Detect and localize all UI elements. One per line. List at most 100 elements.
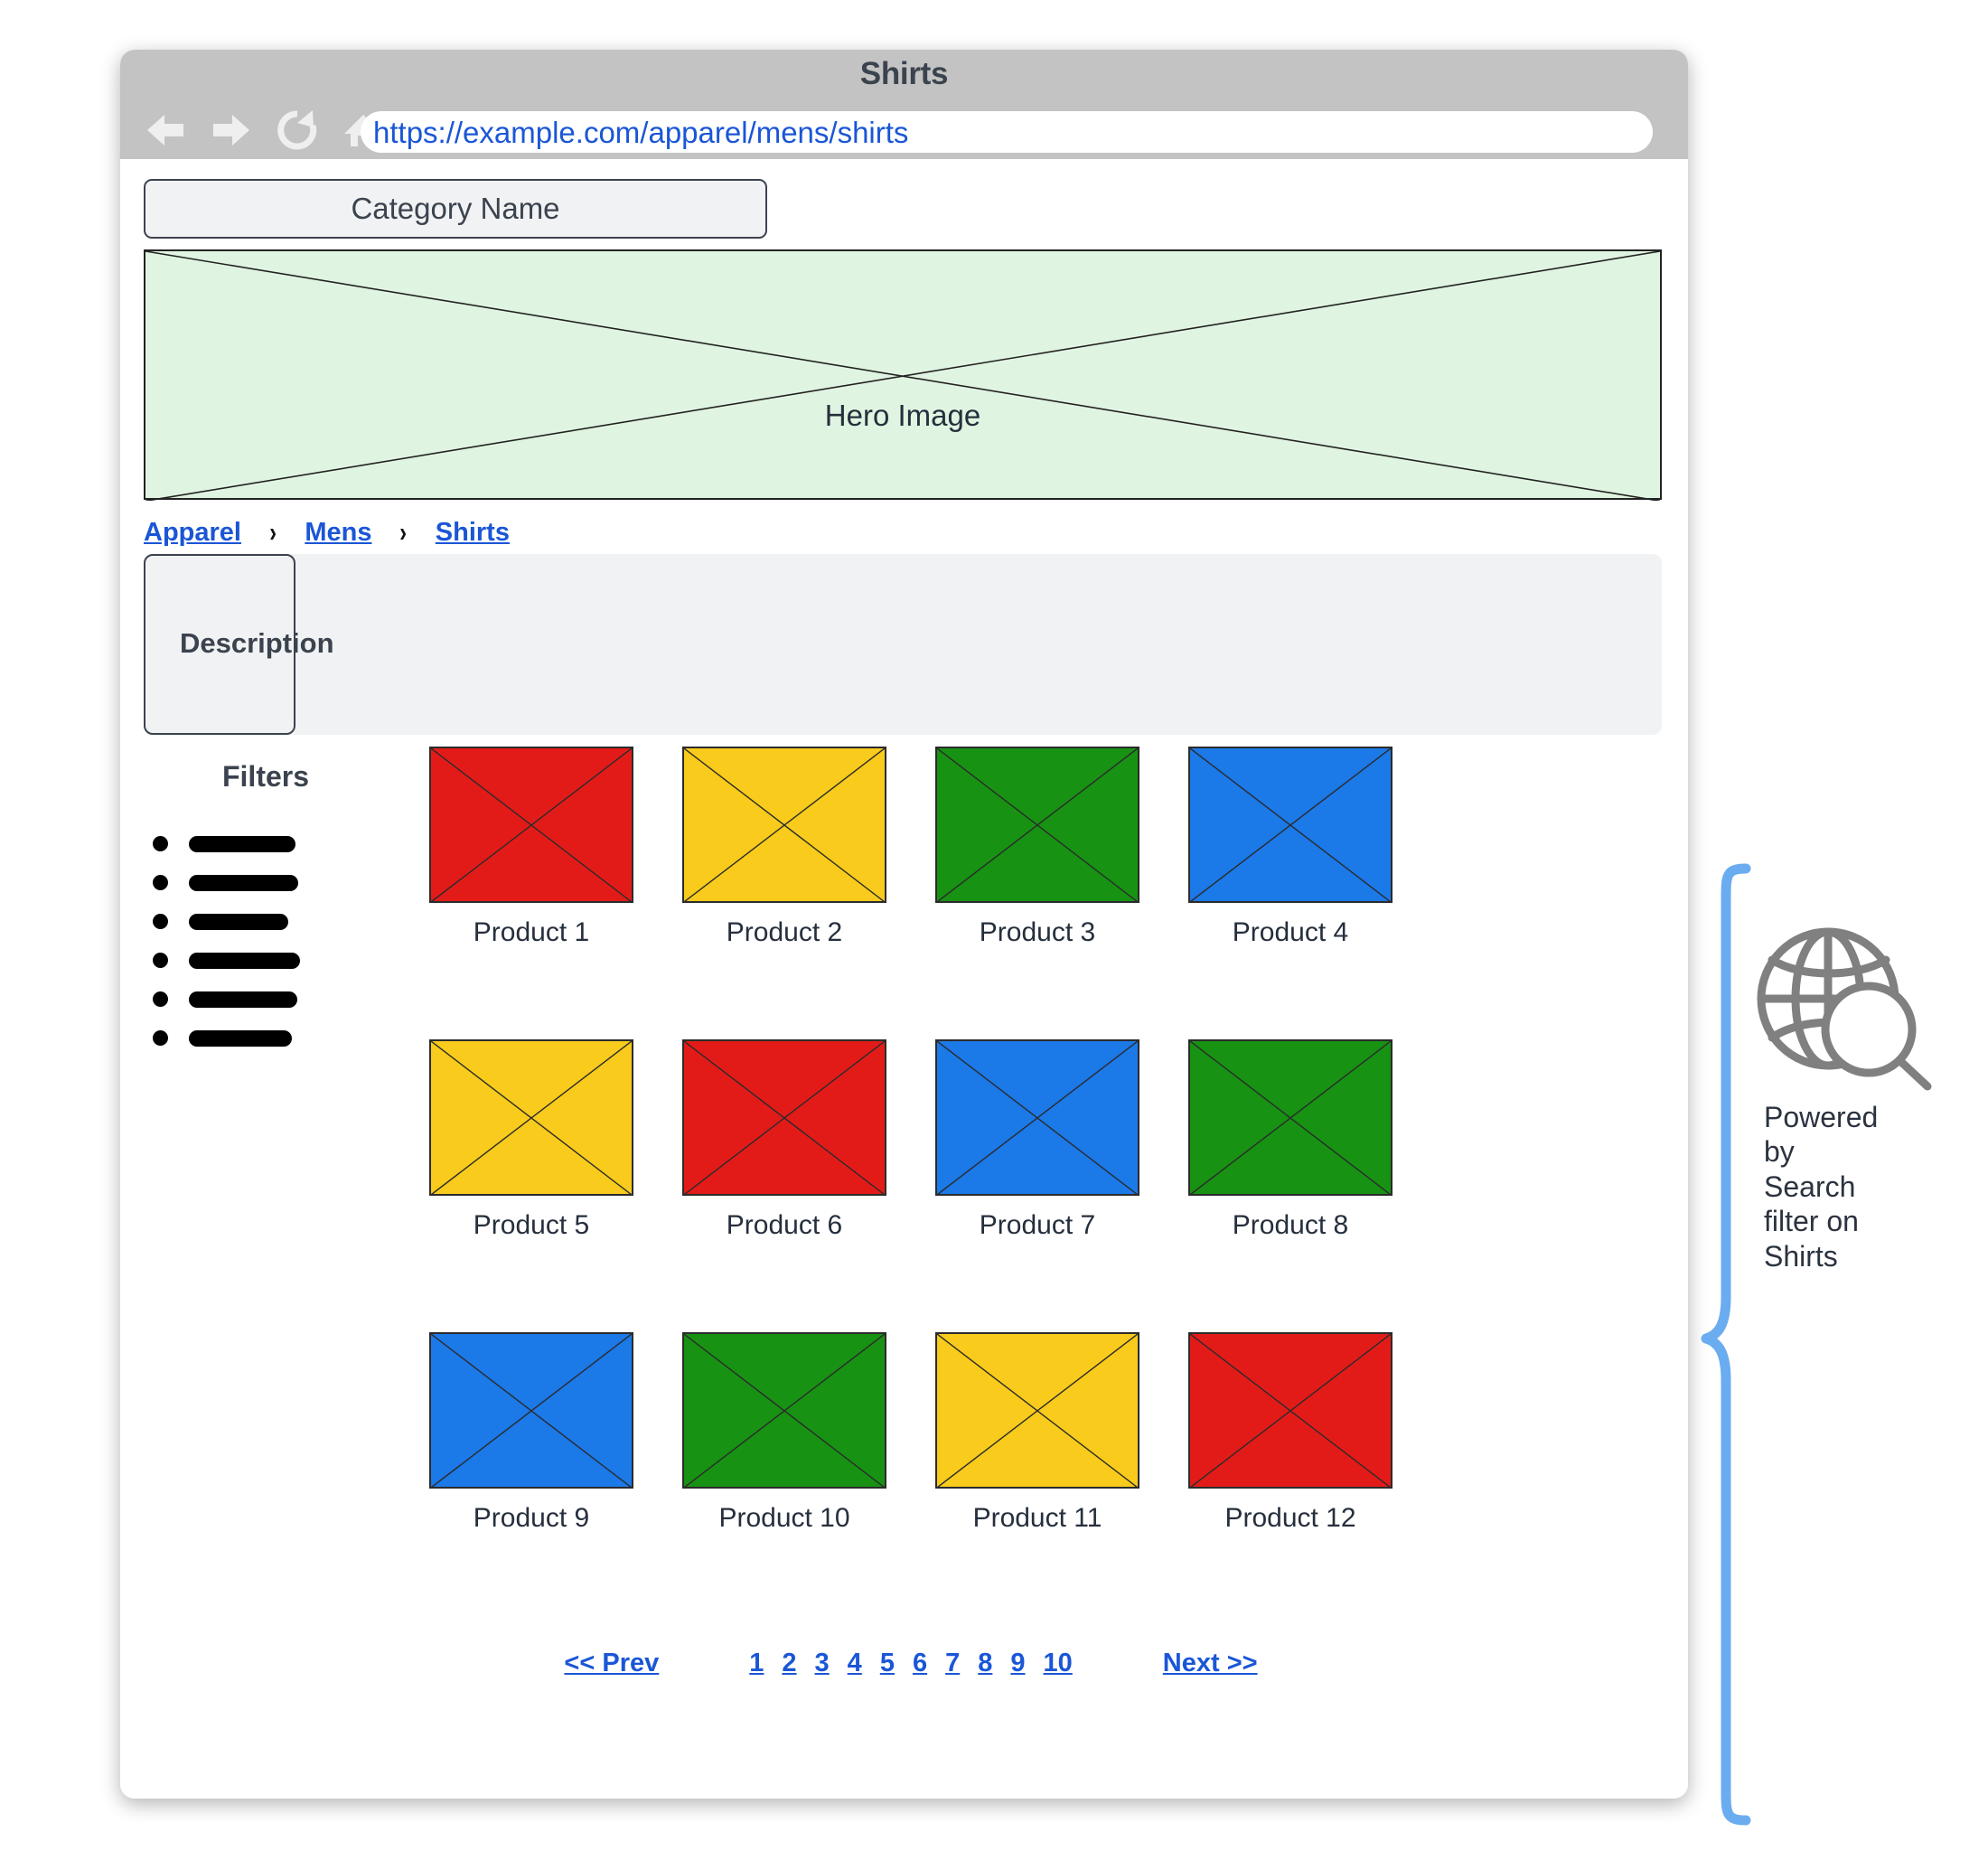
breadcrumb-item-mens[interactable]: Mens [305,518,371,548]
chevron-right-icon: › [399,516,408,548]
product-cross-lines [431,1041,632,1195]
category-name-button[interactable]: Category Name [144,179,767,239]
url-bar[interactable]: https://example.com/apparel/mens/shirts [361,111,1653,153]
pagination-page-8[interactable]: 8 [978,1649,992,1678]
pagination: << Prev 1 2 3 4 5 6 7 8 9 10 Next >> [405,1649,1417,1678]
bullet-icon [153,836,168,851]
product-card[interactable]: Product 12 [1164,1332,1417,1625]
product-label: Product 11 [972,1503,1102,1533]
product-grid: Product 1 Product 2 Product 3 Product 4 Prod… [405,747,1417,1625]
navigation-controls [141,106,388,155]
reload-icon[interactable] [273,106,322,155]
product-image-placeholder[interactable] [1188,1332,1393,1489]
product-image-placeholder[interactable] [682,1039,886,1196]
product-image-placeholder[interactable] [935,747,1139,903]
product-image-placeholder[interactable] [429,1039,633,1196]
bullet-icon [153,953,168,968]
pagination-page-9[interactable]: 9 [1010,1649,1025,1678]
back-arrow-icon[interactable] [141,106,190,155]
filter-row[interactable] [147,824,384,863]
product-image-placeholder[interactable] [429,747,633,903]
breadcrumb-item-shirts[interactable]: Shirts [436,518,510,548]
pagination-page-7[interactable]: 7 [945,1649,960,1678]
product-cross-lines [684,1334,885,1488]
window-title: Shirts [859,56,949,91]
description-title: Description [180,627,334,659]
product-cross-lines [1190,748,1391,902]
bullet-icon [153,1030,168,1046]
product-card[interactable]: Product 1 [405,747,658,1039]
product-label: Product 6 [726,1210,843,1240]
product-label: Product 9 [473,1503,590,1533]
url-text: https://example.com/apparel/mens/shirts [373,115,909,149]
product-cross-lines [684,748,885,902]
product-label: Product 8 [1232,1210,1349,1240]
product-image-placeholder[interactable] [935,1039,1139,1196]
filter-label-placeholder [189,874,298,891]
product-image-placeholder[interactable] [429,1332,633,1489]
pagination-page-2[interactable]: 2 [782,1649,796,1678]
product-label: Product 10 [718,1503,850,1533]
browser-window: Shirts https://example.com/apparel/mens/… [120,50,1688,1799]
hero-image-label: Hero Image [824,399,981,432]
filters-title: Filters [221,760,310,793]
filter-row[interactable] [147,980,384,1019]
product-image-placeholder[interactable] [682,1332,886,1489]
filter-label-placeholder [189,913,288,930]
product-label: Product 1 [473,917,590,947]
bullet-icon [153,991,168,1007]
product-card[interactable]: Product 10 [658,1332,911,1625]
product-card[interactable]: Product 7 [911,1039,1164,1332]
forward-arrow-icon[interactable] [207,106,256,155]
annotation-callout: Powered by Search filter on Shirts [1699,863,1988,1826]
product-label: Product 2 [726,917,843,947]
product-label: Product 5 [473,1210,590,1240]
product-card[interactable]: Product 11 [911,1332,1164,1625]
chevron-right-icon: › [269,516,277,548]
product-cross-lines [937,1041,1138,1195]
product-card[interactable]: Product 2 [658,747,911,1039]
hero-image-placeholder: Hero Image [144,249,1662,500]
filter-row[interactable] [147,863,384,902]
filter-row[interactable] [147,1019,384,1057]
pagination-prev-link[interactable]: << Prev [564,1649,659,1678]
product-image-placeholder[interactable] [682,747,886,903]
bullet-icon [153,914,168,929]
pagination-page-5[interactable]: 5 [880,1649,895,1678]
product-card[interactable]: Product 8 [1164,1039,1417,1332]
pagination-page-6[interactable]: 6 [913,1649,927,1678]
pagination-number-list: 1 2 3 4 5 6 7 8 9 10 [749,1649,1073,1678]
filter-row[interactable] [147,902,384,941]
breadcrumb-item-apparel[interactable]: Apparel [144,518,241,548]
product-label: Product 3 [979,917,1096,947]
pagination-page-10[interactable]: 10 [1044,1649,1073,1678]
pagination-page-4[interactable]: 4 [848,1649,862,1678]
product-card[interactable]: Product 3 [911,747,1164,1039]
pagination-page-1[interactable]: 1 [749,1649,764,1678]
filter-label-placeholder [189,1029,292,1047]
product-label: Product 12 [1224,1503,1356,1533]
pagination-next-link[interactable]: Next >> [1163,1649,1258,1678]
pagination-page-3[interactable]: 3 [815,1649,830,1678]
globe-search-icon [1757,927,1932,1091]
product-card[interactable]: Product 4 [1164,747,1417,1039]
product-cross-lines [431,748,632,902]
product-cross-lines [1190,1334,1391,1488]
product-card[interactable]: Product 5 [405,1039,658,1332]
filter-label-placeholder [189,835,295,852]
description-panel: Description [144,554,1662,735]
product-image-placeholder[interactable] [1188,1039,1393,1196]
product-label: Product 7 [979,1210,1096,1240]
product-cross-lines [1190,1041,1391,1195]
annotation-text: Powered by Search filter on Shirts [1764,1101,1879,1273]
filter-row[interactable] [147,941,384,980]
bullet-icon [153,875,168,890]
filter-label-placeholder [189,991,297,1008]
product-image-placeholder[interactable] [1188,747,1393,903]
product-cross-lines [937,748,1138,902]
product-card[interactable]: Product 9 [405,1332,658,1625]
product-card[interactable]: Product 6 [658,1039,911,1332]
product-image-placeholder[interactable] [935,1332,1139,1489]
browser-chrome: Shirts https://example.com/apparel/mens/… [120,50,1688,159]
product-cross-lines [684,1041,885,1195]
